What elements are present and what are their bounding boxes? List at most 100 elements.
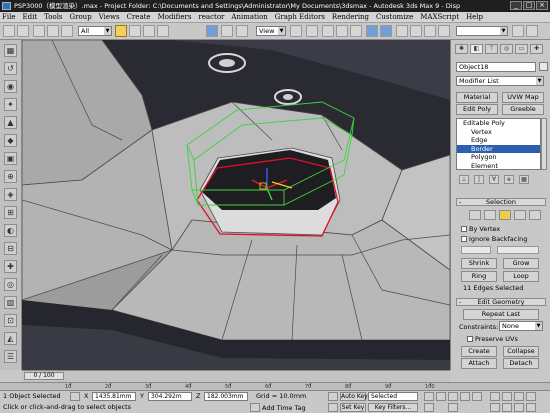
mirror-icon[interactable] [366,25,378,37]
tool-icon[interactable]: ☰ [4,350,17,363]
select-by-name-icon[interactable] [129,25,141,37]
key-mode-icon[interactable] [328,392,338,401]
menu-item-tools[interactable]: Tools [44,13,62,21]
key-filters-button[interactable]: Key Filters... [368,403,418,412]
select-scale-icon[interactable] [236,25,248,37]
play-icon[interactable] [448,392,458,401]
detach-button[interactable]: Detach [503,358,539,369]
selection-rollout-header[interactable]: - Selection [456,198,546,206]
menu-item-file[interactable]: File [2,13,15,21]
menu-item-edit[interactable]: Edit [22,13,37,21]
zoom-extents-icon[interactable] [514,392,524,401]
tool-icon[interactable]: ◭ [4,332,17,345]
stack-item-editable-poly[interactable]: Editable Poly [457,119,540,128]
rectangular-selection-icon[interactable] [143,25,155,37]
render-scene-icon[interactable] [512,25,524,37]
add-time-tag[interactable]: Add Time Tag [262,404,306,412]
attach-button[interactable]: Attach [461,358,497,369]
show-end-result-icon[interactable]: | [474,175,484,184]
tool-icon[interactable]: ◉ [4,80,17,93]
key-mode-toggle-icon[interactable] [424,403,434,412]
menu-item-customize[interactable]: Customize [376,13,413,21]
uvw-map-button[interactable]: UVW Map [502,92,544,103]
selection-filter-dropdown[interactable]: All ▼ [78,26,112,36]
stack-item-border[interactable]: Border [457,144,540,153]
menu-item-maxscript[interactable]: MAXScript [420,13,459,21]
set-key-icon[interactable] [328,403,338,412]
ignore-backfacing-checkbox[interactable]: Ignore Backfacing [461,235,527,243]
z-coordinate-field[interactable]: 182.003mm [204,392,248,401]
time-tag-icon[interactable] [250,403,260,412]
tool-icon[interactable]: ✦ [4,98,17,111]
tool-icon[interactable]: ◆ [4,134,17,147]
vertex-mode-icon[interactable] [469,210,481,220]
by-vertex-checkbox[interactable]: By Vertex [461,225,500,233]
edge-mode-icon[interactable] [484,210,496,220]
angle-spinner[interactable] [461,246,491,254]
time-config-icon[interactable] [448,403,458,412]
bind-spacewarp-icon[interactable] [61,25,73,37]
select-rotate-icon[interactable] [221,25,233,37]
modifier-stack[interactable]: Editable Poly Vertex Edge Border Polygon… [456,118,541,170]
close-icon[interactable]: × [536,1,548,10]
auto-key-button[interactable]: Auto Key [340,392,368,401]
constraints-dropdown[interactable]: None ▼ [499,321,543,331]
maximize-viewport-icon[interactable] [526,403,536,412]
edit-geometry-rollout-header[interactable]: - Edit Geometry [456,298,546,306]
display-tab-icon[interactable]: ▭ [515,44,528,54]
repeat-last-button[interactable]: Repeat Last [463,309,539,320]
ring-button[interactable]: Ring [461,271,497,282]
menu-item-reactor[interactable]: reactor [198,13,224,21]
set-key-button[interactable]: Set Key [340,403,366,412]
align-icon[interactable] [380,25,392,37]
greeble-button[interactable]: Greeble [502,104,544,115]
timeline-track[interactable] [22,370,450,382]
select-move-icon[interactable] [206,25,218,37]
menu-item-rendering[interactable]: Rendering [332,13,369,21]
next-frame-icon[interactable] [460,392,470,401]
tool-icon[interactable]: ⊟ [4,242,17,255]
stack-item-edge[interactable]: Edge [457,136,540,145]
angle-value-spinner[interactable] [497,246,539,254]
unlink-icon[interactable] [47,25,59,37]
tool-icon[interactable]: ▦ [4,44,17,57]
motion-tab-icon[interactable]: ◎ [500,44,513,54]
create-tab-icon[interactable]: ✱ [455,44,468,54]
stack-scrollbar[interactable] [541,118,547,170]
pivot-center-icon[interactable] [290,25,302,37]
menu-item-modifiers[interactable]: Modifiers [158,13,192,21]
loop-button[interactable]: Loop [503,271,539,282]
quick-render-icon[interactable] [526,25,538,37]
object-color-swatch[interactable] [539,62,548,71]
material-button[interactable]: Material [456,92,498,103]
stack-item-element[interactable]: Element [457,162,540,171]
reference-coord-dropdown[interactable]: View ▼ [256,26,286,36]
create-button[interactable]: Create [461,346,497,357]
configure-sets-icon[interactable]: ▦ [519,175,529,184]
grow-button[interactable]: Grow [503,258,539,269]
element-mode-icon[interactable] [529,210,541,220]
tool-icon[interactable]: ▲ [4,116,17,129]
pan-icon[interactable] [502,403,512,412]
remove-modifier-icon[interactable]: ɵ [504,175,514,184]
zoom-extents-all-icon[interactable] [526,392,536,401]
stack-item-vertex[interactable]: Vertex [457,128,540,137]
collapse-button[interactable]: Collapse [503,346,539,357]
tool-icon[interactable]: ◎ [4,278,17,291]
tool-icon[interactable]: ⊡ [4,314,17,327]
x-coordinate-field[interactable]: 1435.81mm [92,392,136,401]
edit-poly-button[interactable]: Edit Poly [456,104,498,115]
tool-icon[interactable]: ⊕ [4,170,17,183]
object-name-field[interactable]: Object18 [456,62,536,72]
menu-item-create[interactable]: Create [127,13,151,21]
shrink-button[interactable]: Shrink [461,258,497,269]
goto-start-icon[interactable] [424,392,434,401]
menu-item-help[interactable]: Help [466,13,483,21]
redo-icon[interactable] [17,25,29,37]
menu-item-animation[interactable]: Animation [231,13,267,21]
maximize-icon[interactable]: □ [523,1,535,10]
menu-item-views[interactable]: Views [99,13,120,21]
undo-icon[interactable] [3,25,15,37]
lock-selection-icon[interactable] [70,392,80,401]
previous-frame-icon[interactable] [436,392,446,401]
